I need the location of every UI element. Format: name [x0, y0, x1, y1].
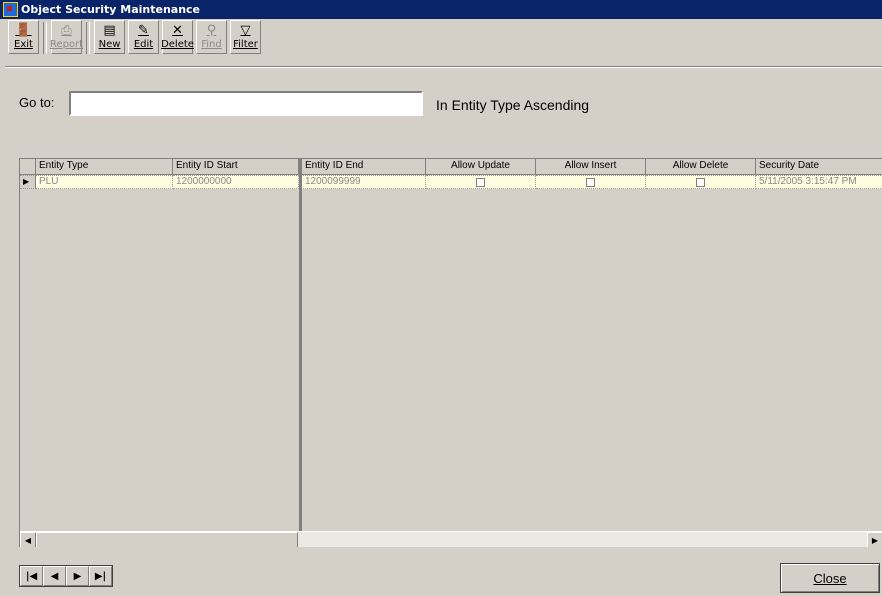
goto-input[interactable] [69, 91, 423, 116]
row-selector[interactable]: ▶ [20, 175, 36, 189]
next-record-icon: ▶ [73, 570, 82, 582]
close-button-label: Close [813, 570, 847, 586]
column-header-entity-id-start[interactable]: Entity ID Start [173, 159, 299, 175]
window-title: Object Security Maintenance [21, 3, 201, 16]
previous-record-icon: ◀ [50, 570, 59, 582]
next-record-button[interactable]: ▶ [66, 566, 89, 586]
scroll-left-icon[interactable]: ◀ [20, 532, 36, 547]
toolbar-separator [43, 22, 47, 54]
first-record-button[interactable]: |◀ [20, 566, 43, 586]
security-grid[interactable]: Entity Type Entity ID Start Entity ID En… [19, 158, 882, 547]
allow-insert-checkbox[interactable] [586, 177, 595, 187]
exit-button[interactable]: 🚪 Exit [8, 20, 39, 54]
record-navigator: |◀ ◀ ▶ ▶| [19, 565, 113, 587]
delete-button[interactable]: ✕ Delete [161, 20, 194, 54]
find-button[interactable]: ⚲ Find [196, 20, 227, 54]
cell-allow-update[interactable] [426, 175, 536, 189]
allow-update-checkbox[interactable] [476, 177, 485, 187]
column-header-security-date[interactable]: Security Date [756, 159, 882, 175]
funnel-icon: ▽ [240, 23, 251, 38]
binoculars-icon: ⚲ [206, 23, 217, 38]
frozen-column-splitter[interactable] [299, 159, 302, 531]
app-icon [3, 2, 18, 17]
cell-entity-id-start[interactable]: 1200000000 [173, 175, 299, 189]
current-row-arrow-icon: ▶ [23, 177, 30, 186]
cell-entity-type[interactable]: PLU [36, 175, 173, 189]
delete-x-icon: ✕ [172, 23, 183, 38]
first-record-icon: |◀ [25, 570, 38, 582]
last-record-icon: ▶| [94, 570, 107, 582]
exit-door-icon: 🚪 [15, 23, 32, 38]
row-selector-header [20, 159, 36, 175]
close-button[interactable]: Close [780, 563, 880, 593]
cell-entity-id-end[interactable]: 1200099999 [299, 175, 426, 189]
scroll-right-icon[interactable]: ▶ [867, 532, 882, 547]
goto-label: Go to: [19, 95, 55, 110]
column-header-entity-type[interactable]: Entity Type [36, 159, 173, 175]
report-button[interactable]: ⎙ Report [50, 20, 83, 54]
sort-order-label: In Entity Type Ascending [436, 97, 590, 113]
column-header-allow-insert[interactable]: Allow Insert [536, 159, 646, 175]
toolbar: 🚪 Exit ⎙ Report ▤ New ✎ Edit ✕ Delete ⚲ … [8, 20, 264, 56]
cell-allow-insert[interactable] [536, 175, 646, 189]
last-record-button[interactable]: ▶| [89, 566, 112, 586]
grid-header-row: Entity Type Entity ID Start Entity ID En… [20, 159, 882, 175]
toolbar-divider [5, 66, 882, 68]
title-bar: Object Security Maintenance [0, 0, 882, 19]
cell-security-date[interactable]: 5/11/2005 3:15:47 PM [756, 175, 882, 189]
column-header-entity-id-end[interactable]: Entity ID End [299, 159, 426, 175]
filter-button[interactable]: ▽ Filter [230, 20, 261, 54]
edit-button[interactable]: ✎ Edit [128, 20, 159, 54]
previous-record-button[interactable]: ◀ [43, 566, 66, 586]
table-row[interactable]: ▶ PLU 1200000000 1200099999 5/11/2005 3:… [20, 175, 882, 189]
scroll-thumb[interactable] [36, 532, 298, 547]
column-header-allow-update[interactable]: Allow Update [426, 159, 536, 175]
toolbar-separator [86, 22, 90, 54]
printer-icon: ⎙ [61, 23, 72, 38]
allow-delete-checkbox[interactable] [696, 177, 705, 187]
new-record-icon: ▤ [103, 23, 116, 38]
edit-record-icon: ✎ [138, 23, 149, 38]
cell-allow-delete[interactable] [646, 175, 756, 189]
new-button[interactable]: ▤ New [94, 20, 125, 54]
column-header-allow-delete[interactable]: Allow Delete [646, 159, 756, 175]
horizontal-scrollbar[interactable]: ◀ ▶ [20, 531, 882, 547]
